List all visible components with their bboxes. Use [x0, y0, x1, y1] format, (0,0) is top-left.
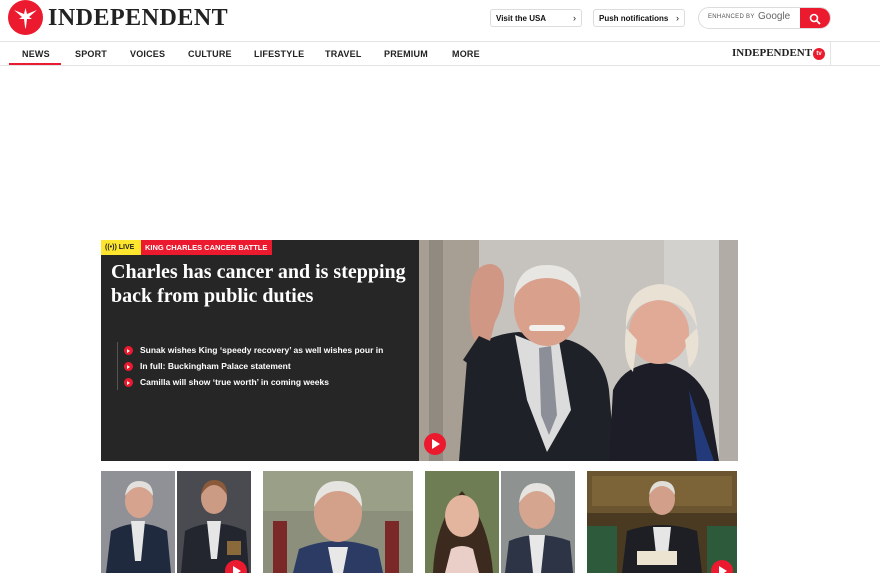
- push-notifications-button[interactable]: Push notifications ›: [593, 9, 685, 27]
- card-photo-illustration: [263, 471, 413, 573]
- search-box[interactable]: ENHANCED BY Google: [698, 7, 831, 29]
- story-card-photo[interactable]: [263, 471, 413, 573]
- topic-tag[interactable]: KING CHARLES CANCER BATTLE: [141, 240, 273, 255]
- related-link-text: Sunak wishes King ‘speedy recovery’ as w…: [140, 345, 384, 355]
- nav-item-sport[interactable]: SPORT: [75, 49, 107, 59]
- hero-text-panel: ((•)) LIVE KING CHARLES CANCER BATTLE Ch…: [101, 240, 419, 461]
- arrow-bullet-icon: [124, 346, 133, 355]
- story-card-photo[interactable]: [587, 471, 737, 573]
- live-broadcast-icon: ((•)): [105, 244, 117, 251]
- push-notifications-label: Push notifications: [599, 14, 669, 23]
- nav-item-voices[interactable]: VOICES: [130, 49, 165, 59]
- hero-photo-illustration: [419, 240, 738, 461]
- search-icon: [809, 13, 821, 25]
- nav-item-news[interactable]: NEWS: [22, 49, 50, 59]
- chevron-right-icon: ›: [573, 13, 576, 23]
- google-logo: Google: [758, 11, 791, 22]
- independent-tv-link[interactable]: INDEPENDENT tv: [732, 47, 826, 60]
- nav-item-premium[interactable]: PREMIUM: [384, 49, 428, 59]
- live-label: LIVE: [118, 244, 135, 251]
- story-card-photo[interactable]: [425, 471, 575, 573]
- active-nav-indicator: [9, 63, 61, 65]
- hero-photo-king-and-queen[interactable]: [419, 240, 738, 461]
- search-button[interactable]: [800, 8, 830, 28]
- card-photo-illustration: [425, 471, 575, 573]
- hero-story[interactable]: ((•)) LIVE KING CHARLES CANCER BATTLE Ch…: [101, 240, 738, 461]
- nav-item-more[interactable]: MORE: [452, 49, 480, 59]
- site-logo[interactable]: INDEPENDENT: [48, 5, 228, 32]
- related-link[interactable]: In full: Buckingham Palace statement: [118, 358, 417, 374]
- card-photo-illustration: [587, 471, 737, 573]
- related-links: Sunak wishes King ‘speedy recovery’ as w…: [117, 342, 417, 390]
- live-badge: ((•)) LIVE: [101, 240, 141, 255]
- chevron-right-icon: ›: [676, 13, 679, 23]
- play-video-icon[interactable]: [424, 433, 446, 455]
- eagle-logo-icon[interactable]: [8, 0, 43, 35]
- independent-tv-wordmark: INDEPENDENT: [732, 47, 813, 59]
- nav-item-culture[interactable]: CULTURE: [188, 49, 232, 59]
- tv-badge: tv: [813, 48, 826, 60]
- search-enhanced-label: ENHANCED BY: [708, 14, 755, 20]
- visit-usa-button[interactable]: Visit the USA ›: [490, 9, 582, 27]
- hero-headline[interactable]: Charles has cancer and is stepping back …: [111, 260, 411, 308]
- arrow-bullet-icon: [124, 378, 133, 387]
- related-link-text: Camilla will show ‘true worth’ in coming…: [140, 377, 329, 387]
- arrow-bullet-icon: [124, 362, 133, 371]
- nav-divider: [830, 42, 831, 66]
- site-header: INDEPENDENT Visit the USA › Push notific…: [0, 0, 880, 42]
- main-nav: NEWS SPORT VOICES CULTURE LIFESTYLE TRAV…: [0, 42, 880, 66]
- story-card-photo[interactable]: [101, 471, 251, 573]
- related-link[interactable]: Camilla will show ‘true worth’ in coming…: [118, 374, 417, 390]
- visit-usa-label: Visit the USA: [496, 14, 547, 23]
- related-link-text: In full: Buckingham Palace statement: [140, 361, 291, 371]
- nav-item-travel[interactable]: TRAVEL: [325, 49, 362, 59]
- related-link[interactable]: Sunak wishes King ‘speedy recovery’ as w…: [118, 342, 417, 358]
- nav-item-lifestyle[interactable]: LIFESTYLE: [254, 49, 304, 59]
- card-photo-illustration: [101, 471, 251, 573]
